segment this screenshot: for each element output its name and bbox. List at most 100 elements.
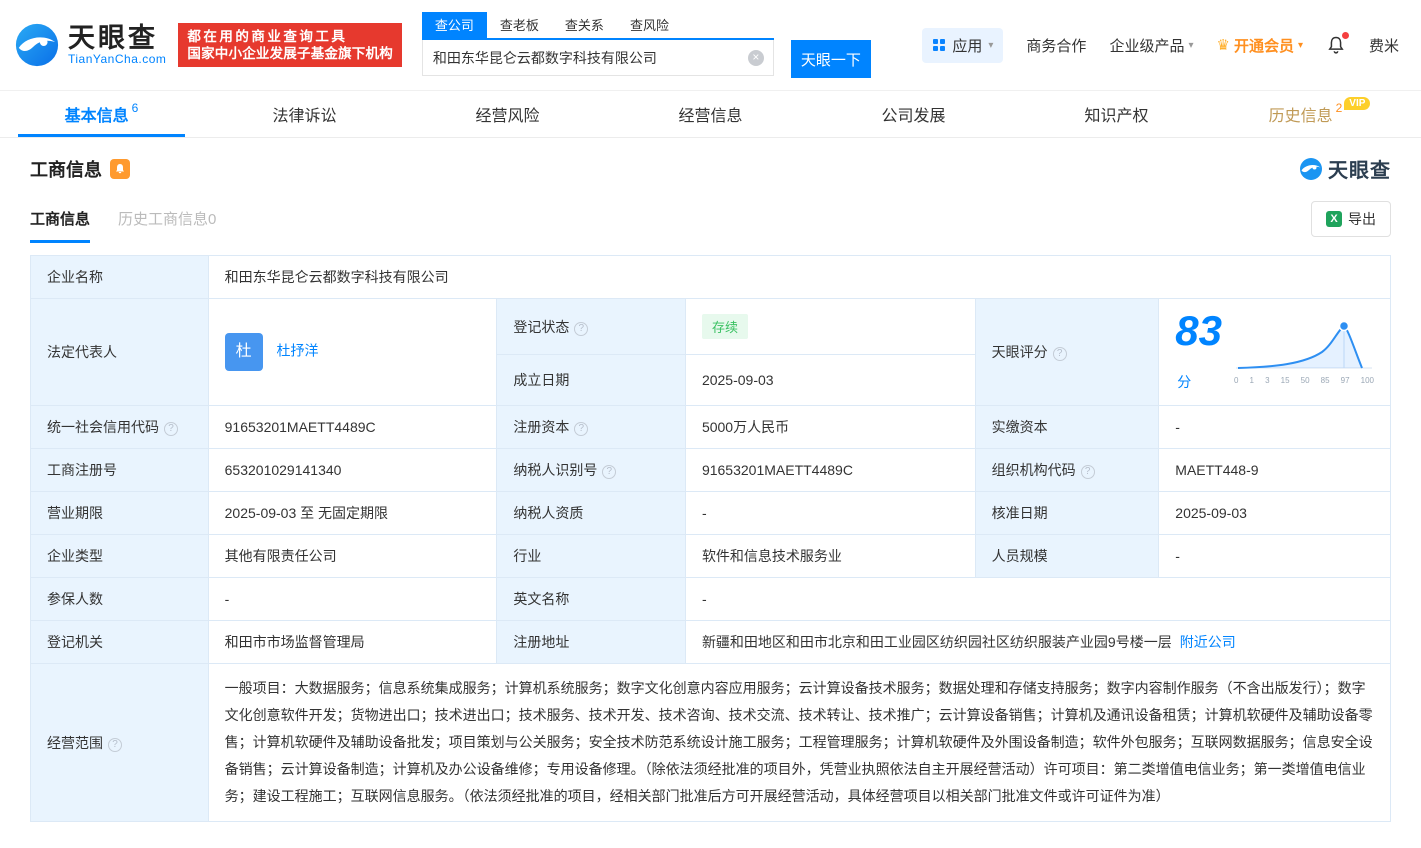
paid-capital: - — [1175, 419, 1180, 435]
value-org-code: MAETT448-9 — [1158, 448, 1391, 492]
notification-dot — [1341, 32, 1349, 39]
field-label: 纳税人识别号 — [513, 462, 598, 478]
value-industry: 软件和信息技术服务业 — [684, 534, 976, 578]
nav-enterprise-products[interactable]: 企业级产品 ▾ — [1109, 35, 1193, 56]
search-button[interactable]: 天眼一下 — [790, 40, 871, 78]
business-info-table: 企业名称 和田东华昆仑云都数字科技有限公司 法定代表人 杜 杜抒洋 登记状态? … — [30, 255, 1392, 822]
field-label: 人员规模 — [991, 548, 1048, 564]
field-label: 企业名称 — [47, 269, 103, 285]
score-distribution-chart: 0 1 3 15 50 85 97 100 — [1234, 320, 1374, 385]
export-button[interactable]: X 导出 — [1311, 201, 1391, 237]
value-reg-status: 存续 — [684, 297, 976, 356]
tianyancha-logo[interactable]: 天眼查 TianYanCha.com — [14, 22, 166, 68]
chevron-down-icon: ▾ — [988, 39, 994, 51]
user-account[interactable]: 费米 — [1369, 35, 1399, 56]
score-value: 83 — [1175, 307, 1222, 354]
page: 天眼查 TianYanCha.com 都在用的商业查询工具 国家中小企业发展子基… — [0, 0, 1421, 848]
value-taxpayer-id: 91653201MAETT4489C — [684, 448, 976, 492]
value-reg-authority: 和田市市场监督管理局 — [207, 620, 498, 664]
chevron-down-icon: ▾ — [1188, 39, 1194, 51]
search-tab-company[interactable]: 查公司 — [421, 12, 487, 38]
value-taxpayer-qualification: - — [684, 491, 976, 535]
score-cell: 83 分 0 1 3 15 50 85 97 100 — [1175, 310, 1374, 394]
notifications-bell[interactable] — [1326, 32, 1349, 55]
value-insured-count: - — [207, 577, 498, 621]
subtab-business-info[interactable]: 工商信息 — [30, 208, 91, 243]
label-taxpayer-qualification: 纳税人资质 — [496, 491, 686, 535]
help-icon[interactable]: ? — [164, 422, 178, 436]
apps-menu[interactable]: 应用 ▾ — [922, 27, 1004, 63]
nav-open-vip[interactable]: ♛ 开通会员 ▾ — [1216, 35, 1303, 56]
tick: 15 — [1280, 375, 1290, 385]
nearby-companies-link[interactable]: 附近公司 — [1180, 634, 1236, 650]
search-tab-boss[interactable]: 查老板 — [487, 12, 552, 38]
field-label: 纳税人资质 — [513, 505, 584, 521]
chart-axis-ticks: 0 1 3 15 50 85 97 100 — [1234, 376, 1374, 385]
search-tab-relation[interactable]: 查关系 — [552, 12, 617, 38]
tab-label: 法律诉讼 — [272, 108, 337, 125]
legal-rep-avatar[interactable]: 杜 — [224, 333, 263, 371]
nav-vip-label: 开通会员 — [1233, 37, 1294, 55]
tab-history-info[interactable]: 历史信息 2 VIP — [1218, 91, 1421, 137]
subtab-history-business-info[interactable]: 历史工商信息0 — [118, 208, 216, 243]
score-unit: 分 — [1177, 374, 1192, 390]
field-label: 核准日期 — [991, 505, 1048, 521]
value-reg-address: 新疆和田地区和田市北京和田工业园区纺织园社区纺织服装产业园9号楼一层 附近公司 — [684, 620, 1392, 664]
table-row: 经营范围? 一般项目：大数据服务；信息系统集成服务；计算机系统服务；数字文化创意… — [30, 663, 1392, 822]
tab-label: 基本信息 — [64, 108, 129, 125]
tab-intellectual-property[interactable]: 知识产权 — [1015, 91, 1218, 137]
label-reg-address: 注册地址 — [496, 620, 686, 664]
search-tabs: 查公司 查老板 查关系 查风险 — [421, 12, 774, 40]
tick: 100 — [1360, 375, 1374, 385]
field-label: 实缴资本 — [991, 419, 1048, 435]
banner-line1: 都在用的商业查询工具 — [187, 29, 348, 44]
reg-capital: 5000万人民币 — [701, 419, 790, 435]
table-row: 工商注册号 653201029141340 纳税人识别号? 91653201MA… — [30, 448, 1391, 492]
tick: 85 — [1320, 375, 1330, 385]
tick: 0 — [1234, 375, 1239, 385]
logo-text: 天眼查 TianYanCha.com — [68, 23, 166, 67]
business-info-section: 工商信息 天眼查 工商信息 历史工商信息0 X 导出 企业名称 和田东华昆仑云都… — [0, 138, 1421, 848]
tab-legal-proceedings[interactable]: 法律诉讼 — [203, 91, 406, 137]
tab-label: 历史信息 — [1268, 108, 1333, 125]
table-row: 营业期限 2025-09-03 至 无固定期限 纳税人资质 - 核准日期 202… — [30, 491, 1391, 535]
legal-rep-link[interactable]: 杜抒洋 — [277, 343, 319, 359]
help-icon[interactable]: ? — [1052, 347, 1067, 361]
field-label: 组织机构代码 — [991, 462, 1076, 478]
clear-input-icon[interactable]: × — [747, 50, 764, 66]
tab-operating-info[interactable]: 经营信息 — [609, 91, 812, 137]
label-insured-count: 参保人数 — [30, 577, 209, 621]
org-code: MAETT448-9 — [1175, 462, 1259, 478]
search-tab-risk[interactable]: 查风险 — [617, 12, 682, 38]
subtab-count: 0 — [208, 211, 217, 228]
search-input[interactable] — [422, 40, 773, 75]
label-establish-date: 成立日期 — [496, 354, 686, 406]
help-icon[interactable]: ? — [602, 465, 617, 479]
credit-code: 91653201MAETT4489C — [224, 419, 376, 435]
label-reg-capital: 注册资本? — [496, 405, 686, 449]
label-credit-code: 统一社会信用代码? — [30, 405, 209, 449]
subscribe-bell-icon[interactable] — [110, 158, 130, 179]
industry: 软件和信息技术服务业 — [701, 548, 842, 564]
section-title-wrap: 工商信息 — [30, 156, 130, 182]
search-box: × — [421, 40, 774, 76]
help-icon[interactable]: ? — [574, 321, 589, 336]
label-paid-capital: 实缴资本 — [974, 405, 1160, 449]
company-name: 和田东华昆仑云都数字科技有限公司 — [224, 269, 449, 285]
value-paid-capital: - — [1158, 405, 1391, 449]
nav-business-cooperation[interactable]: 商务合作 — [1026, 35, 1086, 56]
chevron-down-icon: ▾ — [1297, 39, 1303, 51]
help-icon[interactable]: ? — [108, 737, 122, 752]
tab-company-development[interactable]: 公司发展 — [812, 91, 1015, 137]
help-icon[interactable]: ? — [1080, 465, 1095, 479]
tab-basic-info[interactable]: 基本信息 6 — [0, 91, 203, 137]
field-label: 注册地址 — [513, 634, 570, 650]
banner-line2: 国家中小企业发展子基金旗下机构 — [187, 46, 393, 61]
taxpayer-qualification: - — [701, 505, 707, 521]
help-icon[interactable]: ? — [574, 422, 589, 436]
field-label: 成立日期 — [513, 372, 570, 389]
watermark-logo: 天眼查 — [1299, 154, 1391, 183]
tianyancha-logo-icon — [15, 23, 59, 67]
subtab-label: 历史工商信息 — [118, 211, 209, 228]
tab-operating-risk[interactable]: 经营风险 — [406, 91, 609, 137]
